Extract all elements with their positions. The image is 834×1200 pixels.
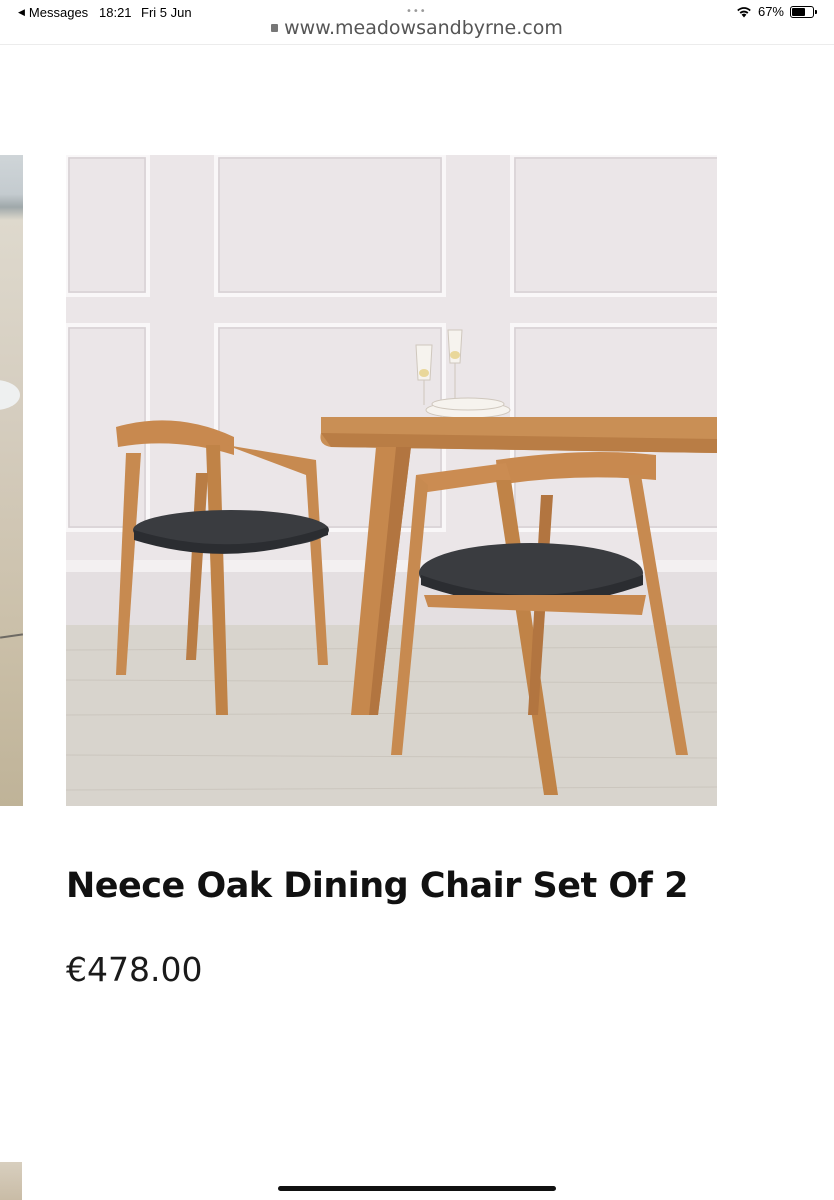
product-image[interactable] bbox=[66, 155, 717, 806]
product-price: €478.00 bbox=[66, 950, 203, 989]
home-indicator[interactable] bbox=[278, 1186, 556, 1191]
lock-icon bbox=[271, 24, 279, 32]
product-title: Neece Oak Dining Chair Set Of 2 bbox=[66, 866, 688, 906]
battery-level-fill bbox=[792, 7, 806, 16]
url-text: www.meadowsandbyrne.com bbox=[284, 17, 563, 39]
url-bar[interactable]: www.meadowsandbyrne.com bbox=[0, 16, 834, 42]
header-divider bbox=[0, 44, 834, 45]
previous-product-image[interactable] bbox=[0, 155, 23, 806]
product-photo bbox=[66, 155, 717, 806]
next-product-image[interactable] bbox=[0, 1162, 22, 1200]
